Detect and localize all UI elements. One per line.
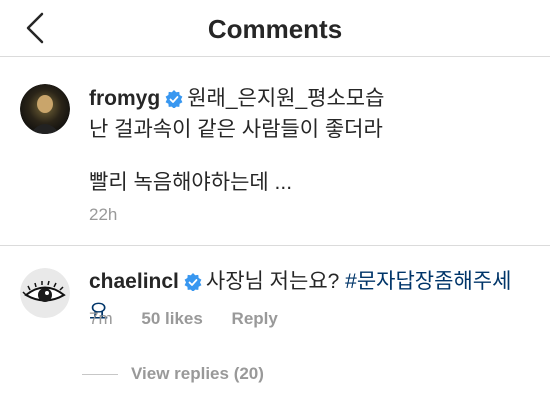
header-bar: Comments [0, 0, 550, 57]
reply-button[interactable]: Reply [232, 309, 278, 328]
avatar[interactable] [20, 84, 70, 134]
comment-line-2: 난 걸과속이 같은 사람들이 좋더라 [89, 118, 383, 141]
comment-item: fromyg 원래_은지원_평소모습 난 걸과속이 같은 사람들이 좋더라 빨리 … [0, 57, 550, 245]
comment-username[interactable]: fromyg [89, 87, 160, 110]
comment-time: 22h [89, 205, 118, 224]
comment-time: 7m [89, 309, 113, 328]
comment-meta: 22h [89, 205, 141, 225]
view-replies-button[interactable]: View replies (20) [82, 364, 264, 384]
comment-body: fromyg 원래_은지원_평소모습 난 걸과속이 같은 사람들이 좋더라 [89, 85, 529, 144]
avatar[interactable] [20, 268, 70, 318]
comment-line-1: 원래_은지원_평소모습 [187, 87, 385, 110]
view-replies-label: View replies (20) [131, 364, 264, 383]
comment-meta: 7m 50 likes Reply [89, 309, 302, 329]
page-title: Comments [207, 14, 343, 44]
comment-item: chaelincl 사장님 저는요? #문자답장좀해주세요 7m 50 likes… [0, 246, 550, 416]
likes-count[interactable]: 50 likes [141, 309, 202, 328]
verified-badge-icon [165, 88, 183, 116]
verified-badge-icon [184, 271, 202, 299]
comment-line-3: 빨리 녹음해야하는데 ... [89, 171, 293, 194]
comment-text: 사장님 저는요? [205, 270, 340, 293]
replies-divider-line [82, 374, 118, 376]
comment-username[interactable]: chaelincl [89, 270, 179, 293]
